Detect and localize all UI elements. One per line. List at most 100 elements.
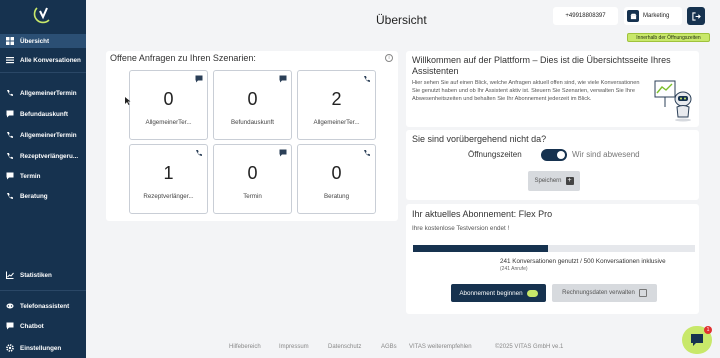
footer-link-impressum[interactable]: Impressum — [279, 344, 309, 350]
manage-billing-button[interactable]: Rechnungsdaten verwalten — [552, 284, 657, 302]
phone-number-display[interactable]: +49918808397 — [553, 7, 618, 25]
phone-icon — [196, 150, 202, 156]
sidebar-item-label: Telefonassistent — [20, 302, 70, 310]
scenario-label: Termin — [243, 193, 262, 200]
sidebar-divider — [0, 72, 86, 73]
store-icon — [627, 10, 639, 22]
sidebar-item-label: Rezeptverlängeru... — [20, 152, 79, 160]
scenario-count: 0 — [163, 89, 174, 109]
scenario-tile[interactable]: 0 Beratung — [297, 144, 376, 214]
start-subscription-label: Abonnement beginnen — [459, 289, 523, 297]
sidebar-item-telefonassistent[interactable]: Telefonassistent — [0, 299, 86, 313]
list-icon — [6, 56, 14, 64]
scenario-label: AllgemeinerTer... — [145, 119, 192, 126]
sidebar-item-label: Einstellungen — [20, 344, 62, 352]
gear-icon — [6, 344, 14, 352]
sidebar-item-termin[interactable]: Termin — [0, 169, 86, 183]
footer-copyright: ©2025 VITAS GmbH ve.1 — [495, 344, 564, 350]
chat-icon — [195, 75, 203, 83]
open-requests-title: Offene Anfragen zu Ihren Szenarien: — [110, 53, 256, 63]
sidebar-item-label: Übersicht — [20, 37, 50, 45]
subscription-title: Ihr aktuelles Abonnement: Flex Pro — [412, 209, 553, 219]
phone-icon — [6, 152, 14, 160]
manage-billing-label: Rechnungsdaten verwalten — [562, 290, 635, 296]
toggle-knob — [557, 151, 565, 159]
info-icon[interactable]: i — [385, 54, 393, 62]
logout-icon — [691, 11, 701, 21]
sidebar-item-allgemeinertermin-2[interactable]: AllgemeinerTermin — [0, 128, 86, 142]
sidebar-divider — [0, 290, 86, 291]
scenario-tile[interactable]: 1 Rezeptverlänger... — [129, 144, 208, 214]
footer-link-datenschutz[interactable]: Datenschutz — [328, 344, 361, 350]
welcome-text: Hier sehen Sie auf einen Blick, welche A… — [412, 80, 640, 102]
sidebar-item-allgemeinertermin-1[interactable]: AllgemeinerTermin — [0, 86, 86, 100]
sidebar-item-label: Chatbot — [20, 322, 44, 330]
chart-icon — [6, 271, 14, 279]
phone-icon — [364, 150, 370, 156]
usage-progress-fill — [413, 245, 549, 252]
sidebar-item-einstellungen[interactable]: Einstellungen — [0, 341, 86, 355]
scenario-label: Befundauskunft — [230, 119, 274, 126]
sidebar-item-label: Statistiken — [20, 271, 52, 279]
sidebar-item-label: Befundauskunft — [20, 110, 68, 118]
usage-text: 241 Konversationen genutzt / 500 Konvers… — [500, 258, 666, 265]
footer-link-hilfebereich[interactable]: Hilfebereich — [229, 344, 261, 350]
start-subscription-button[interactable]: Abonnement beginnen — [451, 284, 546, 302]
chat-icon — [279, 75, 287, 83]
robot-illustration-icon — [654, 80, 692, 122]
phone-icon — [6, 192, 14, 200]
save-button-label: Speichern — [534, 178, 562, 184]
usage-calls: (241 Anrufe) — [500, 266, 528, 272]
scenario-tile[interactable]: 0 Termin — [213, 144, 292, 214]
chat-notification-badge: 1 — [704, 326, 712, 334]
chat-icon — [691, 334, 703, 346]
dashboard-icon — [6, 37, 14, 45]
phone-icon — [6, 131, 14, 139]
absent-label: Wir sind abwesend — [572, 150, 640, 159]
trial-notice: Ihre kostenlose Testversion endet ! — [412, 225, 510, 232]
scenario-label: Rezeptverlänger... — [143, 193, 194, 200]
usage-progress-bar — [413, 245, 695, 252]
chat-icon — [6, 110, 14, 118]
scenario-tile[interactable]: 0 AllgemeinerTer... — [129, 70, 208, 140]
phone-icon — [6, 89, 14, 97]
scenario-tile[interactable]: 2 AllgemeinerTer... — [297, 70, 376, 140]
headset-icon — [6, 302, 14, 310]
sidebar-item-befundauskunft[interactable]: Befundauskunft — [0, 107, 86, 121]
account-selector[interactable]: Marketing — [624, 7, 682, 25]
opening-hours-label: Öffnungszeiten — [468, 150, 522, 159]
scenario-count: 2 — [331, 89, 342, 109]
sidebar-item-beratung[interactable]: Beratung — [0, 189, 86, 203]
brand-logo-icon[interactable] — [33, 4, 53, 24]
footer-link-agbs[interactable]: AGBs — [381, 344, 397, 350]
sidebar-item-label: Beratung — [20, 192, 48, 200]
chat-icon — [6, 172, 14, 180]
sidebar-item-alle-konversationen[interactable]: Alle Konversationen — [0, 53, 86, 67]
page-title: Übersicht — [376, 13, 427, 27]
sidebar-item-label: Termin — [20, 172, 41, 180]
mouse-cursor-icon — [125, 97, 131, 105]
welcome-title: Willkommen auf der Plattform – Dies ist … — [412, 55, 671, 76]
sidebar-item-chatbot[interactable]: Chatbot — [0, 319, 86, 333]
sidebar-item-label: AllgemeinerTermin — [20, 89, 77, 97]
sidebar-item-label: AllgemeinerTermin — [20, 131, 77, 139]
logout-button[interactable] — [687, 7, 705, 25]
scenario-count: 1 — [163, 163, 174, 183]
chat-icon — [279, 149, 287, 157]
scenario-count: 0 — [331, 163, 342, 183]
sidebar-item-uebersicht[interactable]: Übersicht — [0, 34, 86, 48]
status-badge: Innerhalb der Öffnungszeiten — [627, 33, 710, 42]
sidebar-item-rezeptverlaengerung[interactable]: Rezeptverlängeru... — [0, 149, 86, 163]
scenario-tile[interactable]: 0 Befundauskunft — [213, 70, 292, 140]
scenario-count: 0 — [247, 89, 258, 109]
footer-link-weiterempfehlen[interactable]: VITAS weiterempfehlen — [409, 344, 472, 350]
sidebar-item-statistiken[interactable]: Statistiken — [0, 268, 86, 282]
save-button[interactable]: Speichern + — [528, 171, 580, 191]
scenario-label: Beratung — [323, 193, 350, 200]
scenario-label: AllgemeinerTer... — [313, 119, 360, 126]
welcome-card: Willkommen auf der Plattform – Dies ist … — [406, 51, 699, 127]
account-name: Marketing — [643, 13, 670, 19]
chat-icon — [6, 322, 14, 330]
absence-toggle[interactable] — [541, 149, 567, 161]
absence-title: Sie sind vorübergehend nicht da? — [412, 134, 547, 144]
